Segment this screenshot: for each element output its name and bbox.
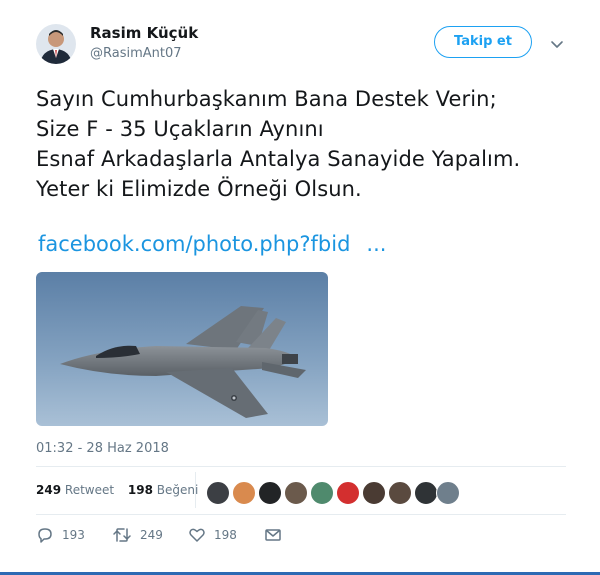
liker-avatar[interactable] — [388, 481, 412, 505]
direct-message-button[interactable] — [264, 526, 282, 546]
user-avatar[interactable] — [36, 24, 76, 64]
tweet-link[interactable]: facebook.com/photo.php?fbid... — [38, 232, 386, 256]
tweet-link-text[interactable]: facebook.com/photo.php?fbid — [38, 232, 350, 256]
tweet-text-line: Yeter ki Elimizde Örneği Olsun. — [36, 177, 362, 201]
like-button[interactable]: 198 — [188, 526, 237, 546]
retweet-stat-count: 249 — [36, 483, 62, 497]
tweet-stats: 249 Retweet 198 Beğeni — [36, 483, 208, 497]
liker-avatar[interactable] — [336, 481, 360, 505]
liker-avatar[interactable] — [436, 481, 460, 505]
tweet-text-line: Size F - 35 Uçakların Aynını — [36, 117, 324, 141]
retweet-count: 249 — [140, 528, 163, 542]
liker-avatar[interactable] — [362, 481, 386, 505]
retweet-stat-label: Retweet — [64, 483, 115, 497]
tweet-text-line: Esnaf Arkadaşlarla Antalya Sanayide Yapa… — [36, 147, 521, 171]
tweet-text: Sayın Cumhurbaşkanım Bana Destek Verin; … — [36, 84, 576, 204]
tweet-card: Rasim Küçük @RasimAnt07 Takip et Sayın C… — [0, 0, 600, 575]
follow-button[interactable]: Takip et — [434, 26, 532, 58]
liker-avatar[interactable] — [284, 481, 308, 505]
liker-avatar[interactable] — [258, 481, 282, 505]
link-ellipsis: ... — [366, 232, 387, 256]
reply-button[interactable]: 193 — [36, 526, 85, 546]
envelope-icon — [265, 529, 281, 541]
liker-avatar[interactable] — [206, 481, 230, 505]
reply-icon — [38, 528, 52, 543]
retweet-stat[interactable]: 249 Retweet — [36, 483, 114, 497]
liker-avatar[interactable] — [232, 481, 256, 505]
liker-avatar[interactable] — [310, 481, 334, 505]
liker-avatar[interactable] — [414, 481, 438, 505]
reply-count: 193 — [62, 528, 85, 542]
divider — [36, 514, 566, 515]
heart-icon — [189, 528, 205, 542]
like-stat-label: Beğeni — [156, 483, 199, 497]
retweet-button[interactable]: 249 — [112, 526, 163, 546]
like-stat[interactable]: 198 Beğeni — [128, 483, 198, 497]
like-count: 198 — [214, 528, 237, 542]
like-stat-count: 198 — [127, 483, 153, 497]
stats-separator — [195, 472, 196, 508]
divider — [36, 466, 566, 467]
tweet-photo[interactable] — [36, 272, 328, 426]
tweet-timestamp[interactable]: 01:32 - 28 Haz 2018 — [36, 441, 169, 456]
chevron-down-icon[interactable] — [549, 36, 565, 52]
screen-name[interactable]: @RasimAnt07 — [90, 46, 182, 61]
tweet-text-line: Sayın Cumhurbaşkanım Bana Destek Verin; — [36, 87, 497, 111]
retweet-icon — [113, 528, 131, 542]
display-name[interactable]: Rasim Küçük — [90, 24, 198, 42]
